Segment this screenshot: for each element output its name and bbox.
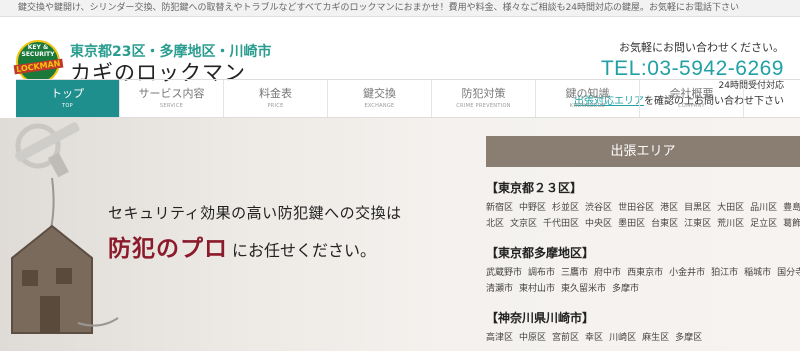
region-title: 【神奈川県川崎市】 [486,311,595,325]
area-name: 多摩市 [612,284,640,294]
area-name: 葛飾区 [783,219,800,229]
area-name: 清瀬市 [486,284,514,294]
main-nav: トップ TOP サービス内容 SERVICE 料金表 PRICE 鍵交換 EXCHANG… [16,79,800,118]
nav-sublabel: KNOWLEDGE [569,103,606,109]
area-name: 杉並区 [552,203,580,213]
nav-crime-prevention[interactable]: 防犯対策 CRIME PREVENTION [432,80,536,117]
nav-label: 鍵の知識 [565,87,610,100]
nav-label: サービス内容 [138,87,205,100]
region-names: 武蔵野市調布市三鷹市府中市西東京市小金井市狛江市稲城市国分寺市 清瀬市東村山市東… [486,265,800,297]
area-name: 狛江市 [711,268,739,278]
nav-sublabel: EXCHANGE [364,103,395,109]
nav-label: 料金表 [259,87,292,100]
nav-knowledge[interactable]: 鍵の知識 KNOWLEDGE [536,80,640,117]
nav-label: 防犯対策 [461,87,506,100]
area-name: 千代田区 [543,219,580,229]
service-area-panel: 出張エリア 【東京都２３区】 新宿区 中野区 杉並区 渋谷区 世田谷区 港区 目黒区 大田区品… [486,136,800,346]
area-name: 世田谷区 [618,203,655,213]
nav-label: トップ [51,87,84,100]
name-row: 北区文京区千代田区中央区墨田区台東区江東区荒川区足立区葛飾区 [486,216,800,232]
area-name: 調布市 [528,268,556,278]
nav-company[interactable]: 会社概要 COMPANY [640,80,744,117]
top-tagline: 鍵交換や鍵開け、シリンダー交換、防犯鍵への取替えやトラブルなどすべてカギのロック… [0,0,800,17]
region-tokyo-23: 【東京都２３区】 新宿区中野区杉並区渋谷区世田谷区港区目黒区大田区品川区豊島区 … [486,179,800,232]
nav-label: 鍵交換 [363,87,396,100]
region-kawasaki: 【神奈川県川崎市】 高津区 中原区 宮前区 幸区 川崎区 麻生区 多摩区 [486,309,800,346]
area-name: 西東京市 [627,268,664,278]
area-name: 幸区 [585,333,604,343]
area-name: 台東区 [651,219,679,229]
area-name: 港区 [660,203,679,213]
nav-exchange[interactable]: 鍵交換 EXCHANGE [328,80,432,117]
area-name: 江東区 [684,219,712,229]
area-name: 目黒区 [684,203,712,213]
area-name: 中央区 [585,219,613,229]
hero-message: セキュリティ効果の高い防犯鍵への交換は 防犯のプロ にお任せください。 [108,202,402,263]
nav-price[interactable]: 料金表 PRICE [224,80,328,117]
area-name: 多摩区 [675,333,703,343]
area-name: 武蔵野市 [486,268,523,278]
area-name: 高津区 [486,333,514,343]
area-name: 文京区 [510,219,538,229]
hero-highlight: 防犯のプロ [108,236,228,262]
region-names: 高津区 中原区 宮前区 幸区 川崎区 麻生区 多摩区 [486,330,800,346]
nav-service[interactable]: サービス内容 SERVICE [120,80,224,117]
area-name: 足立区 [750,219,778,229]
nav-sublabel: TOP [62,103,73,109]
nav-sublabel: COMPANY [678,103,705,109]
contact-invite: お気軽にお問い合わせください。 [619,41,784,54]
area-panel-title: 出張エリア [486,136,800,167]
region-names: 新宿区中野区杉並区渋谷区世田谷区港区目黒区大田区品川区豊島区 北区文京区千代田区… [486,200,800,232]
logo-word: LOCKMAN [13,58,63,74]
region-title: 【東京都多摩地区】 [486,246,595,260]
name-row: 武蔵野市調布市三鷹市府中市西東京市小金井市狛江市稲城市国分寺市 [486,265,800,281]
area-name: 中原区 [519,333,547,343]
name-row: 高津区 中原区 宮前区 幸区 川崎区 麻生区 多摩区 [486,330,800,346]
hero-line2: 防犯のプロ にお任せください。 [108,229,402,263]
lockman-logo[interactable]: KEY & SECURITY LOCKMAN [13,40,63,84]
nav-sublabel: SERVICE [159,103,184,109]
area-name: 豊島区 [783,203,800,213]
area-name: 麻生区 [642,333,670,343]
hero-line2-rest: にお任せください。 [232,241,377,260]
area-name: 三鷹市 [561,268,589,278]
area-name: 府中市 [594,268,622,278]
area-name: 東久留米市 [561,284,607,294]
area-name: 東村山市 [519,284,556,294]
area-name: 宮前区 [552,333,580,343]
area-name: 品川区 [750,203,778,213]
area-name: 小金井市 [669,268,706,278]
nav-sublabel: CRIME PREVENTION [456,103,511,109]
area-name: 渋谷区 [585,203,613,213]
nav-sublabel: PRICE [267,103,284,109]
site-header: KEY & SECURITY LOCKMAN 東京都23区・多摩地区・川崎市 カ… [0,17,800,107]
logo-ring-text: KEY & SECURITY [21,44,55,58]
region-tama: 【東京都多摩地区】 武蔵野市 調布市 三鷹市 府中市 西東京市 小金井市 狛江市 稲城市 国分寺… [486,244,800,297]
area-name: 中野区 [519,203,547,213]
area-name: 荒川区 [717,219,745,229]
phone-number[interactable]: TEL:03-5942-6269 [574,57,784,81]
area-name: 大田区 [717,203,745,213]
name-row: 新宿区中野区杉並区渋谷区世田谷区港区目黒区大田区品川区豊島区 [486,200,800,216]
area-name: 国分寺市 [777,268,800,278]
hero-line1: セキュリティ効果の高い防犯鍵への交換は [108,204,402,222]
name-row: 清瀬市 東村山市 東久留米市 多摩市 [486,281,800,297]
area-name: 墨田区 [618,219,646,229]
area-name: 新宿区 [486,203,514,213]
nav-top[interactable]: トップ TOP [16,80,120,117]
area-name: 北区 [486,219,505,229]
region-title: 【東京都２３区】 [486,181,583,195]
area-name: 川崎区 [609,333,637,343]
area-name: 稲城市 [744,268,772,278]
nav-label: 会社概要 [669,87,714,100]
